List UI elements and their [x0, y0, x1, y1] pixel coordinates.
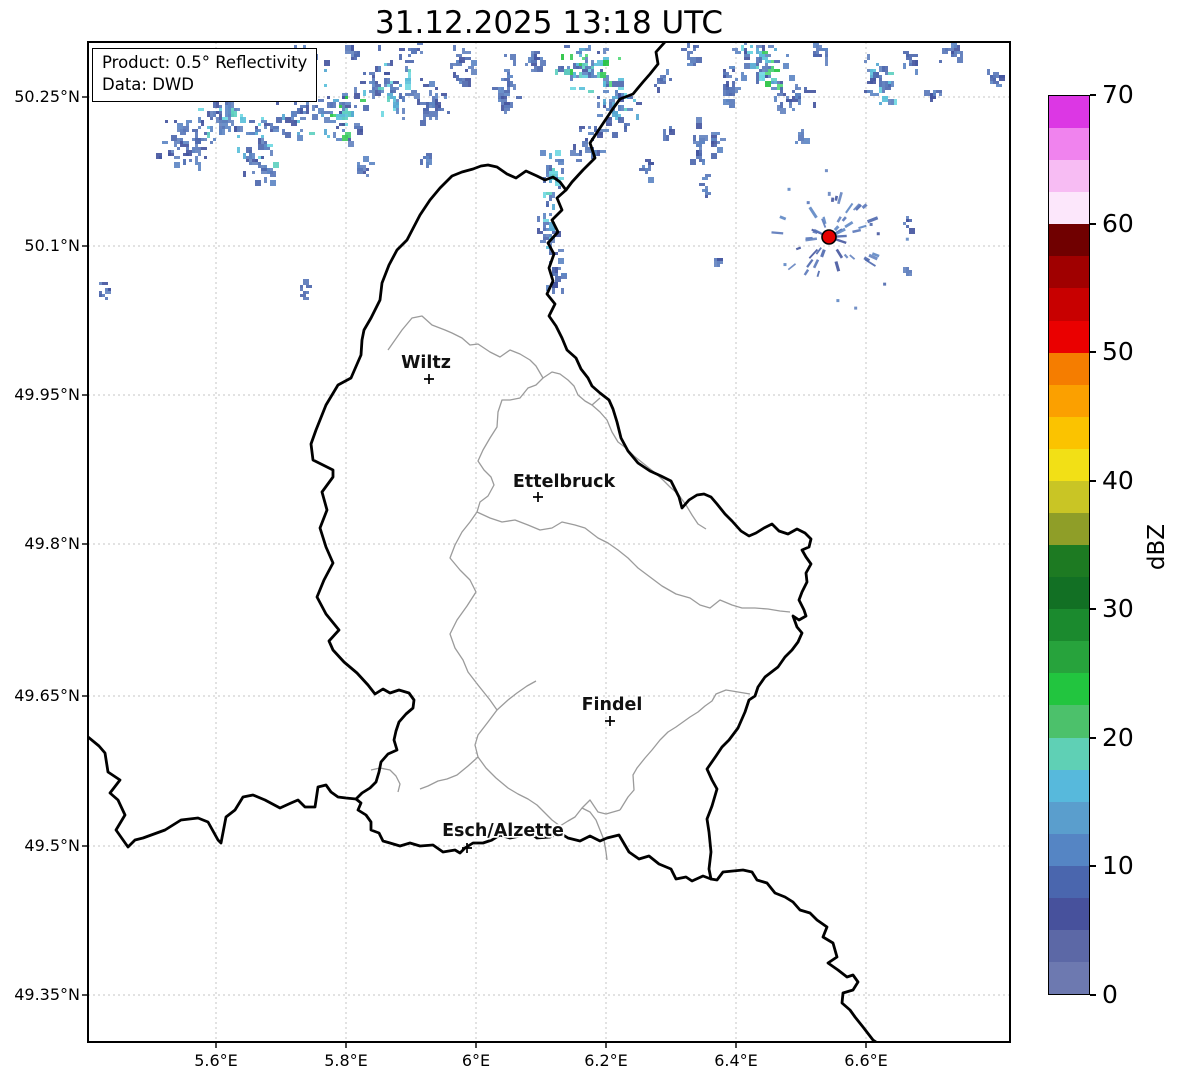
- y-tick-label: 49.95°N: [14, 385, 80, 404]
- colorbar-tick-label: 50: [1102, 337, 1134, 367]
- y-tick-label: 49.35°N: [14, 985, 80, 1004]
- city-marker: [533, 492, 543, 502]
- colorbar-axis-label: dBZ: [1144, 523, 1170, 571]
- colorbar-segment: [1049, 769, 1089, 802]
- radar-clutter: [771, 169, 909, 310]
- colorbar-segment: [1049, 641, 1089, 674]
- colorbar-tick: [1090, 608, 1096, 611]
- colorbar-tick-label: 20: [1102, 722, 1134, 752]
- colorbar-tick-label: 30: [1102, 594, 1134, 624]
- axis-ticks: [82, 96, 867, 1048]
- colorbar-tick-label: 0: [1102, 980, 1118, 1009]
- colorbar-segment: [1049, 256, 1089, 289]
- city-label: Findel: [582, 695, 643, 715]
- data-source-line: Data: DWD: [102, 74, 194, 94]
- y-tick-label: 49.8°N: [24, 534, 80, 553]
- colorbar-tick: [1090, 865, 1096, 868]
- city-label: Wiltz: [401, 353, 451, 373]
- colorbar-segment: [1049, 352, 1089, 385]
- colorbar-segment: [1049, 897, 1089, 931]
- radar-site-marker: [821, 229, 837, 245]
- colorbar-segment: [1049, 577, 1089, 610]
- city-label: Esch/Alzette: [442, 821, 564, 841]
- product-legend-box: Product: 0.5° Reflectivity Data: DWD: [92, 48, 318, 102]
- city-label: Ettelbruck: [513, 472, 616, 492]
- colorbar-segment: [1049, 673, 1089, 706]
- colorbar-segment: [1049, 448, 1089, 481]
- colorbar-segment: [1049, 192, 1089, 225]
- y-tick-label: 50.25°N: [14, 87, 80, 106]
- x-tick-label: 6.4°E: [714, 1051, 758, 1070]
- y-tick-label: 50.1°N: [24, 236, 80, 255]
- x-tick-label: 6.2°E: [584, 1051, 628, 1070]
- colorbar-tick: [1090, 479, 1096, 482]
- france-germany-border: [709, 868, 878, 1042]
- colorbar: [1048, 95, 1090, 995]
- product-line: Product: 0.5° Reflectivity: [102, 53, 308, 72]
- colorbar-segment: [1049, 384, 1089, 417]
- colorbar-segment: [1049, 128, 1089, 161]
- colorbar-tick: [1090, 736, 1096, 739]
- colorbar-segment: [1049, 930, 1089, 963]
- colorbar-tick-label: 60: [1102, 208, 1134, 238]
- colorbar-segment: [1049, 288, 1089, 321]
- x-tick-label: 6.6°E: [844, 1051, 888, 1070]
- y-tick-label: 49.5°N: [24, 836, 80, 855]
- colorbar-tick-label: 70: [1102, 80, 1134, 109]
- y-tick-label: 49.65°N: [14, 686, 80, 705]
- radar-figure: Wiltz Ettelbruck Findel Esch/Alzette 31.12.…: [0, 0, 1184, 1081]
- x-tick-label: 5.8°E: [324, 1051, 368, 1070]
- colorbar-segment: [1049, 480, 1089, 514]
- france-belgium-border: [88, 735, 358, 849]
- district-borders: [370, 315, 791, 861]
- colorbar-tick: [1090, 994, 1096, 996]
- country-borders: [88, 42, 878, 1042]
- colorbar-segment: [1049, 320, 1089, 353]
- colorbar-segment: [1049, 416, 1089, 449]
- colorbar-segment: [1049, 705, 1089, 738]
- x-tick-label: 6°E: [461, 1051, 491, 1070]
- colorbar-segment: [1049, 96, 1089, 129]
- colorbar-tick: [1090, 94, 1096, 96]
- colorbar-tick-label: 40: [1102, 465, 1134, 495]
- colorbar-segment: [1049, 801, 1089, 834]
- colorbar-segment: [1049, 513, 1089, 546]
- colorbar-segment: [1049, 545, 1089, 578]
- colorbar-tick: [1090, 222, 1096, 225]
- colorbar-tick-label: 10: [1102, 851, 1134, 881]
- colorbar-segment: [1049, 865, 1089, 898]
- map-canvas: Wiltz Ettelbruck Findel Esch/Alzette: [82, 41, 1011, 1048]
- city-marker: [424, 374, 434, 384]
- colorbar-segment: [1049, 160, 1089, 193]
- x-tick-label: 5.6°E: [194, 1051, 238, 1070]
- colorbar-segment: [1049, 224, 1089, 257]
- colorbar-segment: [1049, 833, 1089, 866]
- colorbar-segment: [1049, 737, 1089, 770]
- colorbar-tick: [1090, 351, 1096, 354]
- figure-title: 31.12.2025 13:18 UTC: [375, 5, 723, 41]
- colorbar-segment: [1049, 962, 1089, 995]
- colorbar-segment: [1049, 609, 1089, 642]
